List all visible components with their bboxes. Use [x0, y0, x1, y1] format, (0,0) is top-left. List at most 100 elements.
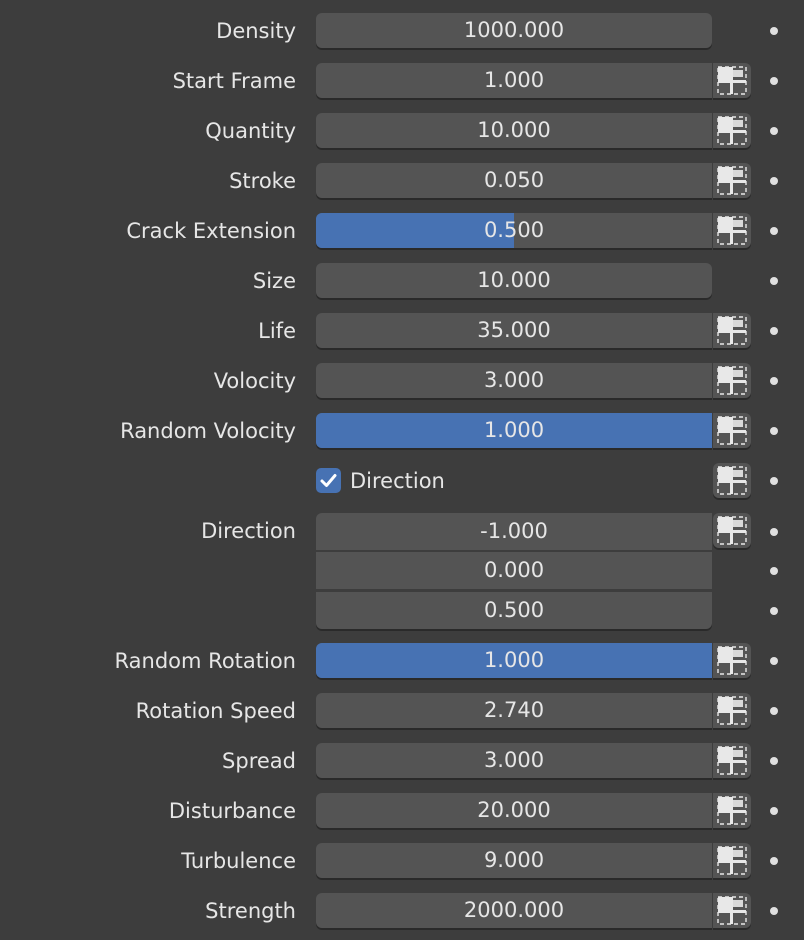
property-row-start-frame: Start Frame 1.000 [0, 62, 804, 100]
rotation-speed-field[interactable]: 2.740 [316, 693, 712, 728]
property-label: Strength [205, 899, 296, 923]
life-field[interactable]: 35.000 [316, 313, 712, 348]
decorator-dot-icon[interactable] [770, 567, 778, 575]
quantity-field[interactable]: 10.000 [316, 113, 712, 148]
decorator-dot-icon[interactable] [770, 377, 778, 385]
property-label: Start Frame [172, 69, 296, 93]
property-label: Stroke [229, 169, 296, 193]
field-value: -1.000 [480, 519, 548, 543]
volocity-field[interactable]: 3.000 [316, 363, 712, 398]
field-value: 1.000 [483, 648, 545, 672]
decorator-dot-icon[interactable] [770, 657, 778, 665]
keyframe-icon[interactable] [713, 893, 751, 928]
property-label: Density [216, 19, 296, 43]
property-label: Turbulence [181, 849, 296, 873]
direction-checkbox[interactable] [316, 468, 341, 493]
stroke-field[interactable]: 0.050 [316, 163, 712, 198]
property-label: Quantity [205, 119, 296, 143]
decorator-dot-icon[interactable] [770, 857, 778, 865]
density-field[interactable]: 1000.000 [316, 13, 712, 48]
decorator-dot-icon[interactable] [770, 177, 778, 185]
direction-checkbox-label[interactable]: Direction [350, 462, 445, 500]
turbulence-field[interactable]: 9.000 [316, 843, 712, 878]
decorator-dot-icon[interactable] [770, 607, 778, 615]
decorator-dot-icon[interactable] [770, 227, 778, 235]
spread-field[interactable]: 3.000 [316, 743, 712, 778]
keyframe-icon[interactable] [713, 413, 751, 448]
keyframe-icon[interactable] [713, 843, 751, 878]
field-value: 0.000 [483, 558, 545, 582]
field-value: 2000.000 [463, 898, 565, 922]
field-value: 3.000 [483, 368, 545, 392]
checkmark-icon [320, 474, 337, 487]
direction-component-field[interactable]: -1.000 [316, 513, 712, 550]
direction-toggle-row: Direction [0, 462, 804, 500]
property-row-stroke: Stroke 0.050 [0, 162, 804, 200]
crack-extension-field[interactable]: 0.500 [316, 213, 712, 248]
field-value: 1000.000 [463, 18, 565, 42]
strength-field[interactable]: 2000.000 [316, 893, 712, 928]
keyframe-icon[interactable] [713, 163, 751, 198]
decorator-dot-icon[interactable] [770, 807, 778, 815]
property-label: Random Volocity [120, 419, 296, 443]
property-row-life: Life 35.000 [0, 312, 804, 350]
property-label: Life [258, 319, 296, 343]
property-row-strength: Strength 2000.000 [0, 892, 804, 930]
field-value: 1.000 [483, 68, 545, 92]
property-label: Direction [201, 519, 296, 543]
field-value: 2.740 [483, 698, 545, 722]
property-row-size: Size 10.000 [0, 262, 804, 300]
keyframe-icon[interactable] [713, 213, 751, 248]
random-rotation-field[interactable]: 1.000 [316, 643, 712, 678]
field-value: 20.000 [477, 798, 551, 822]
decorator-dot-icon[interactable] [770, 707, 778, 715]
property-label: Disturbance [168, 799, 296, 823]
keyframe-icon[interactable] [713, 363, 751, 398]
keyframe-icon[interactable] [713, 113, 751, 148]
decorator-dot-icon[interactable] [770, 907, 778, 915]
decorator-dot-icon[interactable] [770, 327, 778, 335]
decorator-dot-icon[interactable] [770, 127, 778, 135]
keyframe-icon[interactable] [713, 643, 751, 678]
field-value: 1.000 [483, 418, 545, 442]
keyframe-icon[interactable] [713, 463, 751, 498]
keyframe-icon[interactable] [713, 313, 751, 348]
property-row-random-volocity: Random Volocity 1.000 [0, 412, 804, 450]
property-row-spread: Spread 3.000 [0, 742, 804, 780]
property-label: Rotation Speed [135, 699, 296, 723]
decorator-dot-icon[interactable] [770, 477, 778, 485]
field-value: 35.000 [477, 318, 551, 342]
keyframe-icon[interactable] [713, 793, 751, 828]
property-row-quantity: Quantity 10.000 [0, 112, 804, 150]
property-row-rotation-speed: Rotation Speed 2.740 [0, 692, 804, 730]
decorator-dot-icon[interactable] [770, 277, 778, 285]
decorator-dot-icon[interactable] [770, 528, 778, 536]
field-value: 9.000 [483, 848, 545, 872]
size-field[interactable]: 10.000 [316, 263, 712, 298]
decorator-dot-icon[interactable] [770, 77, 778, 85]
start-frame-field[interactable]: 1.000 [316, 63, 712, 98]
keyframe-icon[interactable] [713, 693, 751, 728]
property-row-random-rotation: Random Rotation 1.000 [0, 642, 804, 680]
keyframe-icon[interactable] [713, 513, 751, 548]
direction-vector-row: Direction -1.000 [0, 512, 804, 550]
property-label: Spread [222, 749, 296, 773]
keyframe-icon[interactable] [713, 63, 751, 98]
property-row-disturbance: Disturbance 20.000 [0, 792, 804, 830]
direction-component-field[interactable]: 0.500 [316, 592, 712, 629]
keyframe-icon[interactable] [713, 743, 751, 778]
random-volocity-field[interactable]: 1.000 [316, 413, 712, 448]
decorator-dot-icon[interactable] [770, 757, 778, 765]
direction-component-field[interactable]: 0.000 [316, 552, 712, 589]
field-value: 0.050 [483, 168, 545, 192]
property-row-crack-extension: Crack Extension 0.500 [0, 212, 804, 250]
decorator-dot-icon[interactable] [770, 427, 778, 435]
property-label: Volocity [213, 369, 296, 393]
field-value: 0.500 [483, 218, 545, 242]
field-value: 10.000 [477, 268, 551, 292]
field-value: 0.500 [483, 598, 545, 622]
field-value: 10.000 [477, 118, 551, 142]
property-label: Crack Extension [126, 219, 296, 243]
disturbance-field[interactable]: 20.000 [316, 793, 712, 828]
decorator-dot-icon[interactable] [770, 27, 778, 35]
